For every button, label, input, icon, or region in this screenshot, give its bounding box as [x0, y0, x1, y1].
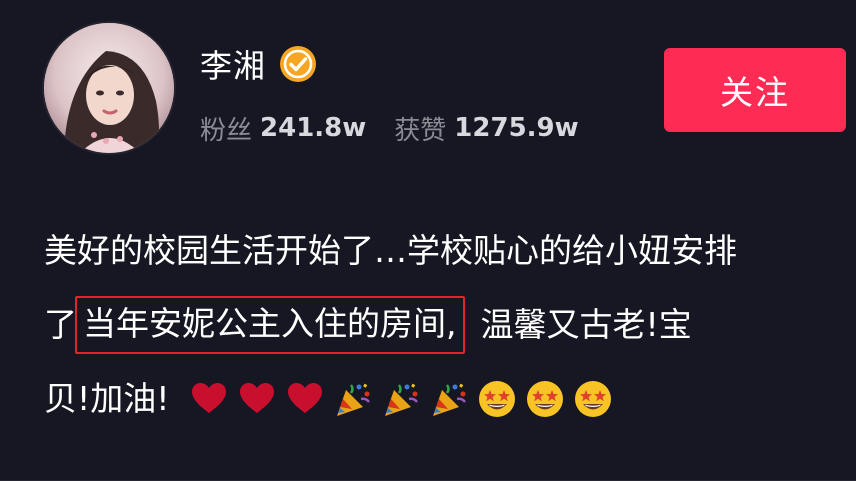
star-struck-icon — [573, 379, 613, 419]
avatar[interactable] — [44, 23, 174, 153]
highlighted-phrase: 当年安妮公主入住的房间, — [75, 296, 465, 354]
caption-line-1: 美好的校园生活开始了…学校贴心的给小妞安排 — [44, 214, 844, 288]
post-caption: 美好的校园生活开始了…学校贴心的给小妞安排 了 当年安妮公主入住的房间, 温馨又… — [44, 214, 844, 436]
caption-text-1: 美好的校园生活开始了…学校贴心的给小妞安排 — [44, 231, 737, 270]
likes-count: 1275.9w — [454, 113, 579, 143]
party-popper-icon — [381, 379, 421, 419]
caption-line-2: 了 当年安妮公主入住的房间, 温馨又古老!宝 — [44, 288, 844, 362]
star-struck-icon — [477, 379, 517, 419]
follow-button[interactable]: 关注 — [664, 48, 846, 132]
likes-label: 获赞 — [394, 115, 447, 146]
caption-text-2-suffix: 温馨又古老!宝 — [480, 305, 692, 344]
fans-count: 241.8w — [260, 113, 367, 143]
avatar-image — [44, 23, 174, 153]
fans-label: 粉丝 — [200, 115, 253, 146]
caption-text-3: 贝!加油! — [44, 379, 170, 418]
star-struck-icon — [525, 379, 565, 419]
party-popper-icon — [333, 379, 373, 419]
red-heart-icon — [189, 379, 229, 419]
party-popper-icon — [429, 379, 469, 419]
profile-name-row: 李湘 — [200, 40, 318, 88]
verified-badge-icon — [278, 44, 318, 84]
caption-line-3: 贝!加油! — [44, 362, 844, 436]
profile-name[interactable]: 李湘 — [200, 41, 266, 87]
caption-text-2-prefix: 了 — [44, 305, 77, 344]
profile-stats: 粉丝 241.8w 获赞 1275.9w — [200, 106, 607, 150]
emoji-group — [189, 379, 621, 419]
red-heart-icon — [285, 379, 325, 419]
red-heart-icon — [237, 379, 277, 419]
